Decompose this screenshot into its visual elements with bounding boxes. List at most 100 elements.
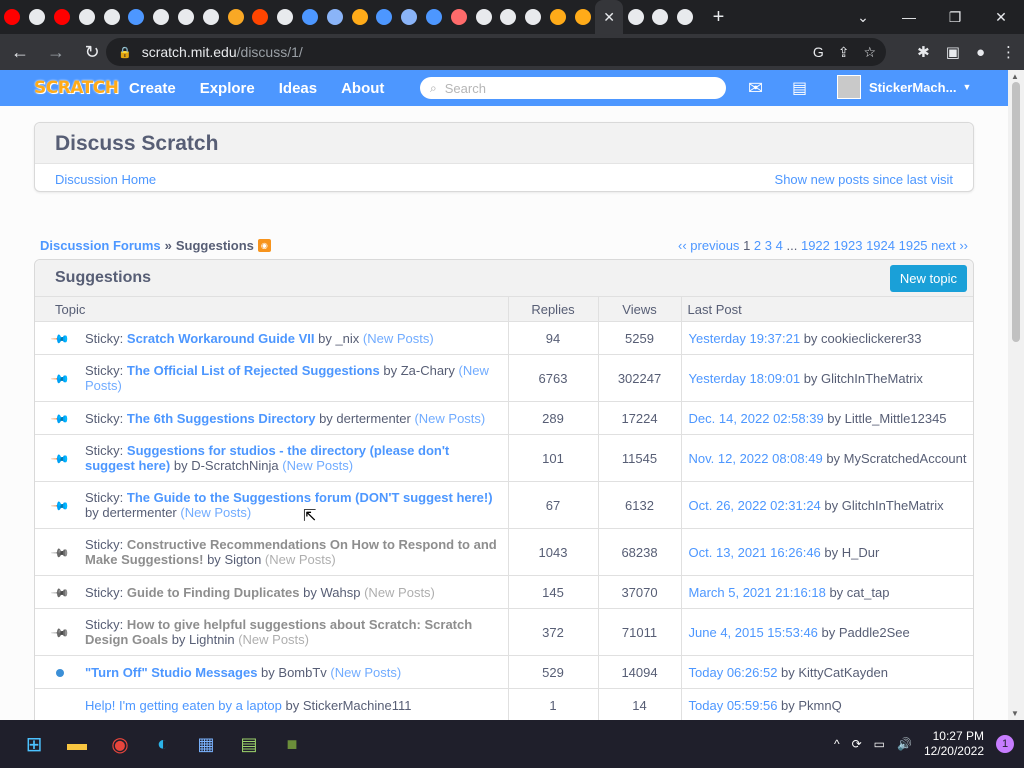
- pager-previous[interactable]: ‹‹ previous: [678, 238, 739, 253]
- bookmark-star-icon[interactable]: ☆: [863, 44, 876, 61]
- active-browser-tab[interactable]: ✕: [595, 0, 624, 34]
- rss-icon[interactable]: ◉: [257, 239, 271, 252]
- extensions-icon[interactable]: ✱: [917, 43, 930, 61]
- messages-icon[interactable]: ✉: [748, 78, 763, 99]
- topic-author[interactable]: _nix: [335, 331, 359, 346]
- tab-search-icon[interactable]: ⌄: [840, 0, 886, 34]
- last-post-time-link[interactable]: Dec. 14, 2022 02:58:39: [689, 411, 824, 426]
- back-arrow-icon[interactable]: ←: [4, 36, 36, 68]
- store-icon[interactable]: ▦: [192, 730, 220, 758]
- pager-page[interactable]: 1925: [899, 238, 928, 253]
- topic-title-link[interactable]: "Turn Off" Studio Messages: [85, 665, 257, 680]
- scroll-down-icon[interactable]: ▼: [1011, 709, 1019, 718]
- topic-title-link[interactable]: The 6th Suggestions Directory: [127, 411, 316, 426]
- last-post-time-link[interactable]: March 5, 2021 21:16:18: [689, 585, 826, 600]
- topic-author[interactable]: Sigton: [224, 552, 261, 567]
- browser-tab[interactable]: [496, 0, 521, 34]
- browser-tab[interactable]: [322, 0, 347, 34]
- new-posts-link[interactable]: (New Posts): [360, 585, 435, 600]
- browser-tab[interactable]: [648, 0, 673, 34]
- browser-tab[interactable]: [372, 0, 397, 34]
- browser-tab[interactable]: [149, 0, 174, 34]
- topic-author[interactable]: StickerMachine111: [303, 698, 412, 713]
- maximize-icon[interactable]: ❐: [932, 0, 978, 34]
- browser-tab[interactable]: [397, 0, 422, 34]
- topic-author[interactable]: dertermenter: [102, 505, 176, 520]
- topic-title-link[interactable]: Guide to Finding Duplicates: [127, 585, 300, 600]
- browser-tab[interactable]: [347, 0, 372, 34]
- side-panel-icon[interactable]: ▣: [946, 43, 960, 61]
- pager-page[interactable]: 1922: [801, 238, 830, 253]
- close-window-icon[interactable]: ✕: [978, 0, 1024, 34]
- browser-tab[interactable]: [471, 0, 496, 34]
- nav-create[interactable]: Create: [117, 70, 188, 106]
- notepad-icon[interactable]: ▤: [235, 730, 263, 758]
- close-tab-icon[interactable]: ✕: [603, 9, 615, 26]
- windows-start-icon[interactable]: ⊞: [20, 730, 48, 758]
- search-input[interactable]: [444, 80, 705, 96]
- browser-tab[interactable]: [570, 0, 595, 34]
- browser-tab[interactable]: [99, 0, 124, 34]
- topic-title-link[interactable]: The Guide to the Suggestions forum (DON'…: [127, 490, 493, 505]
- pager-page[interactable]: 3: [765, 238, 772, 253]
- profile-icon[interactable]: ●: [976, 44, 985, 61]
- new-posts-link[interactable]: (New Posts): [177, 505, 251, 520]
- new-posts-link[interactable]: (New Posts): [279, 458, 353, 473]
- last-post-time-link[interactable]: Today 05:59:56: [689, 698, 778, 713]
- topic-title-link[interactable]: Help! I'm getting eaten by a laptop: [85, 698, 282, 713]
- pager-next[interactable]: next ››: [931, 238, 968, 253]
- scratch-logo[interactable]: SCRATCH: [34, 76, 119, 100]
- browser-tab[interactable]: [25, 0, 50, 34]
- file-explorer-icon[interactable]: ▬: [63, 730, 91, 758]
- last-post-time-link[interactable]: Yesterday 18:09:01: [689, 371, 801, 386]
- new-posts-link[interactable]: (New Posts): [261, 552, 336, 567]
- pager-page[interactable]: 1924: [866, 238, 895, 253]
- chevron-up-icon[interactable]: ^: [834, 737, 840, 751]
- last-post-time-link[interactable]: Yesterday 19:37:21: [689, 331, 801, 346]
- topic-author[interactable]: BombTv: [278, 665, 326, 680]
- browser-tab[interactable]: [623, 0, 648, 34]
- minecraft-icon[interactable]: ■: [278, 730, 306, 758]
- nav-explore[interactable]: Explore: [188, 70, 267, 106]
- page-scrollbar[interactable]: ▲ ▼: [1008, 70, 1024, 720]
- notification-badge[interactable]: 1: [996, 735, 1014, 753]
- forward-arrow-icon[interactable]: →: [40, 36, 72, 68]
- share-icon[interactable]: ⇪: [838, 44, 850, 61]
- new-topic-button[interactable]: New topic: [889, 264, 967, 292]
- browser-tab[interactable]: [422, 0, 447, 34]
- topic-title-link[interactable]: The Official List of Rejected Suggestion…: [127, 363, 380, 378]
- edge-icon[interactable]: ◐: [149, 730, 177, 758]
- topic-author[interactable]: Wahsp: [321, 585, 361, 600]
- pager-page[interactable]: 2: [754, 238, 761, 253]
- reload-icon[interactable]: ↻: [76, 36, 108, 68]
- last-post-time-link[interactable]: Oct. 13, 2021 16:26:46: [689, 545, 821, 560]
- browser-tab[interactable]: [521, 0, 546, 34]
- nav-ideas[interactable]: Ideas: [267, 70, 329, 106]
- browser-tab[interactable]: [50, 0, 75, 34]
- minimize-icon[interactable]: —: [886, 0, 932, 34]
- browser-tab[interactable]: [124, 0, 149, 34]
- scrollbar-thumb[interactable]: [1012, 82, 1020, 342]
- my-stuff-icon[interactable]: ▤: [792, 78, 812, 98]
- topic-author[interactable]: Za-Chary: [401, 363, 455, 378]
- pager-page[interactable]: 1923: [834, 238, 863, 253]
- browser-tab[interactable]: [673, 0, 698, 34]
- browser-tab[interactable]: [248, 0, 273, 34]
- topic-author[interactable]: dertermenter: [336, 411, 410, 426]
- topic-title-link[interactable]: Scratch Workaround Guide VII: [127, 331, 315, 346]
- last-post-time-link[interactable]: Today 06:26:52: [689, 665, 778, 680]
- browser-tab[interactable]: [74, 0, 99, 34]
- chrome-icon[interactable]: ◉: [106, 730, 134, 758]
- new-tab-button[interactable]: +: [704, 6, 734, 29]
- menu-kebab-icon[interactable]: ⋮: [1001, 43, 1016, 61]
- topic-author[interactable]: Lightnin: [189, 632, 235, 647]
- user-menu[interactable]: StickerMach... ▼: [837, 75, 971, 99]
- browser-tab[interactable]: [446, 0, 471, 34]
- clock[interactable]: 10:27 PM 12/20/2022: [924, 729, 984, 759]
- breadcrumb-forums-link[interactable]: Discussion Forums: [40, 238, 161, 253]
- topic-author[interactable]: D-ScratchNinja: [191, 458, 278, 473]
- new-posts-link[interactable]: (New Posts): [327, 665, 401, 680]
- show-new-posts-link[interactable]: Show new posts since last visit: [775, 172, 953, 187]
- network-icon[interactable]: ▭: [874, 737, 885, 751]
- browser-tab[interactable]: [273, 0, 298, 34]
